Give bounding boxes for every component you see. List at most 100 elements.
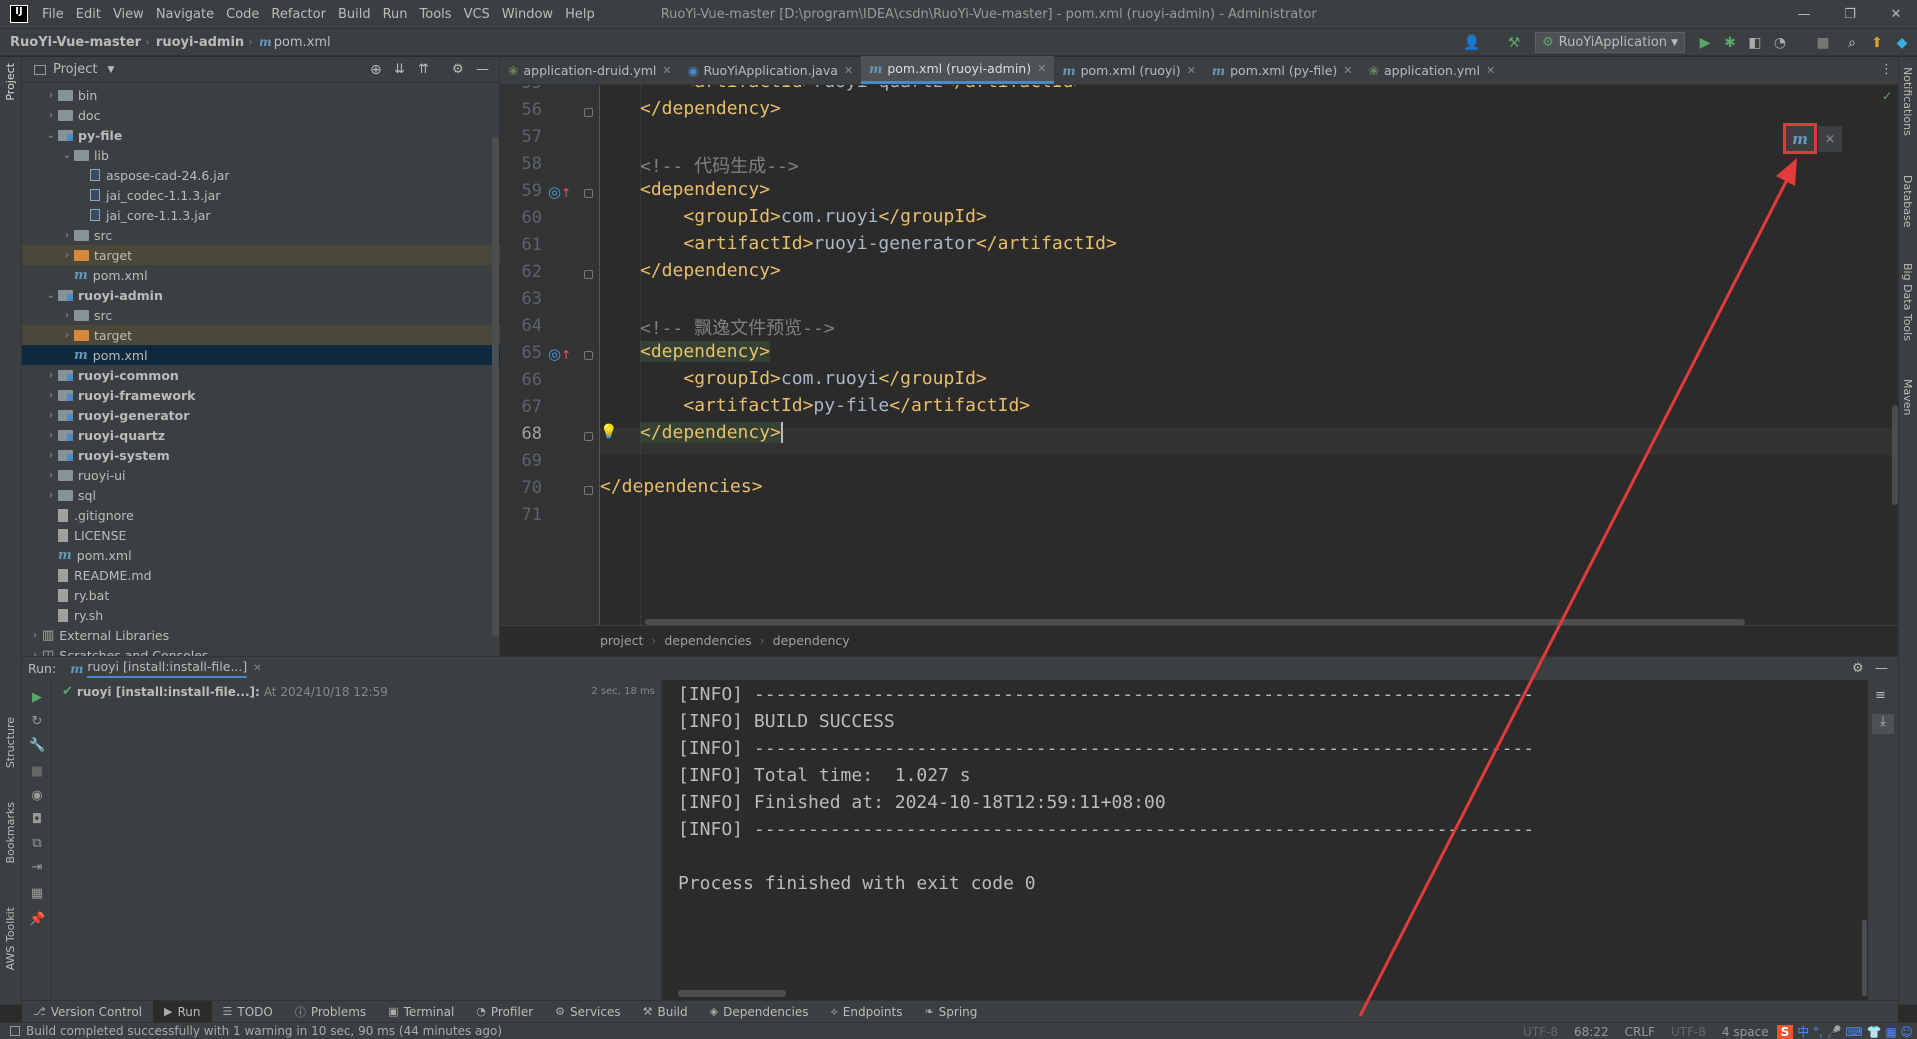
editor-tab[interactable]: ❀ application.yml ✕: [1361, 56, 1504, 84]
project-panel-title[interactable]: Project: [53, 62, 97, 77]
menu-code[interactable]: Code: [220, 7, 265, 22]
console-output[interactable]: [INFO] ---------------------------------…: [662, 680, 1868, 1000]
menu-run[interactable]: Run: [377, 7, 414, 22]
menu-navigate[interactable]: Navigate: [150, 7, 220, 22]
update-icon[interactable]: ⬆: [1868, 34, 1886, 52]
collapse-all-icon[interactable]: ⇈: [418, 62, 429, 77]
tree-item[interactable]: ⌄ ruoyi-admin: [22, 285, 500, 305]
console-hscrollbar[interactable]: [678, 990, 786, 997]
chevron-right-icon[interactable]: ›: [44, 450, 58, 461]
code-editor[interactable]: 55 56 57 58 59 60 61 62 63 64 65 66 67 68 69 70 71 ◎↑ ◎↑ <…: [500, 85, 1900, 625]
chevron-right-icon[interactable]: ›: [44, 470, 58, 481]
chevron-right-icon[interactable]: ›: [44, 490, 58, 501]
search-icon[interactable]: ⌕: [1843, 34, 1861, 52]
menu-file[interactable]: File: [36, 7, 70, 22]
stripe-structure[interactable]: Structure: [4, 717, 17, 768]
stripe-big-data-tools[interactable]: Big Data Tools: [1901, 263, 1914, 341]
stripe-database[interactable]: Database: [1901, 175, 1914, 228]
menu-help[interactable]: Help: [559, 7, 601, 22]
tree-item[interactable]: jai_codec-1.1.3.jar: [22, 185, 500, 205]
eye-icon[interactable]: ◉: [29, 788, 45, 804]
fold-marker-icon[interactable]: [584, 432, 593, 441]
debug-icon[interactable]: ✱: [1721, 34, 1739, 52]
maven-reload-button[interactable]: m: [1783, 123, 1817, 154]
tree-item[interactable]: README.md: [22, 565, 500, 585]
chevron-down-icon[interactable]: ⌄: [44, 130, 58, 141]
tree-item[interactable]: m pom.xml: [22, 265, 500, 285]
tree-item[interactable]: aspose-cad-24.6.jar: [22, 165, 500, 185]
editor-tab[interactable]: m pom.xml (ruoyi-admin) ✕: [861, 56, 1055, 84]
tree-item[interactable]: › ruoyi-common: [22, 365, 500, 385]
breadcrumb-dependency[interactable]: dependency: [773, 633, 850, 648]
inspection-ok-icon[interactable]: ✓: [1882, 89, 1892, 103]
fold-marker-icon[interactable]: [584, 189, 593, 198]
coverage-icon[interactable]: ◧: [1746, 34, 1764, 52]
tool-window-terminal[interactable]: ▣ Terminal: [377, 1005, 465, 1019]
maximize-icon[interactable]: ❐: [1827, 0, 1873, 28]
minimize-icon[interactable]: —: [1781, 0, 1827, 28]
code-line[interactable]: <!-- 代码生成-->: [640, 152, 799, 178]
overrides-marker-icon[interactable]: ◎↑: [548, 345, 571, 363]
code-line[interactable]: </dependency>: [640, 260, 781, 281]
fold-marker-icon[interactable]: [584, 270, 593, 279]
close-icon[interactable]: ✕: [1187, 64, 1196, 77]
tree-item[interactable]: m pom.xml: [22, 345, 500, 365]
tree-item[interactable]: › ▥ External Libraries: [22, 625, 500, 645]
tree-item[interactable]: › target: [22, 245, 500, 265]
tree-item[interactable]: › doc: [22, 105, 500, 125]
chevron-right-icon[interactable]: ›: [60, 250, 74, 261]
pin-icon[interactable]: 📌: [29, 912, 45, 928]
user-icon[interactable]: 👤: [1463, 34, 1481, 52]
stop-icon[interactable]: ■: [29, 764, 45, 780]
editor-tab[interactable]: ❀ application-druid.yml ✕: [500, 56, 680, 84]
profile-icon[interactable]: ◔: [1771, 34, 1789, 52]
close-icon[interactable]: ✕: [662, 64, 671, 77]
stripe-maven[interactable]: Maven: [1901, 379, 1914, 415]
chevron-right-icon[interactable]: ›: [44, 410, 58, 421]
status-panel-icon[interactable]: [10, 1026, 20, 1036]
close-icon[interactable]: ✕: [1818, 126, 1842, 152]
code-line[interactable]: </dependencies>: [600, 476, 763, 497]
ime-status-icon[interactable]: 中 °, 🎤 ⌨ 👕 ▦ ☺: [1797, 1023, 1913, 1039]
stripe-project[interactable]: Project: [4, 63, 17, 101]
console-vscrollbar[interactable]: [1862, 920, 1867, 996]
menu-edit[interactable]: Edit: [70, 7, 107, 22]
tool-window-profiler[interactable]: ◔ Profiler: [465, 1005, 544, 1019]
tree-item[interactable]: ⌄ lib: [22, 145, 500, 165]
code-line[interactable]: <groupId>com.ruoyi</groupId>: [640, 206, 986, 227]
stripe-bookmarks[interactable]: Bookmarks: [4, 802, 17, 863]
code-line[interactable]: </dependency>: [640, 98, 781, 119]
code-line[interactable]: <artifactId>py-file</artifactId>: [640, 395, 1030, 416]
code-line[interactable]: <artifactId>ruoyi-quartz</artifactId>: [640, 85, 1084, 92]
chevron-right-icon[interactable]: ›: [44, 110, 58, 121]
tree-item[interactable]: m pom.xml: [22, 545, 500, 565]
tree-item[interactable]: › ruoyi-system: [22, 445, 500, 465]
hide-panel-icon[interactable]: —: [476, 62, 489, 77]
run-configuration-select[interactable]: ⚙ RuoYiApplication ▼: [1535, 32, 1685, 53]
camera-icon[interactable]: ◘: [29, 812, 45, 828]
rerun-failed-icon[interactable]: ↻: [29, 714, 45, 730]
status-line-separator[interactable]: CRLF: [1625, 1025, 1655, 1039]
locate-icon[interactable]: ⊕: [370, 62, 382, 78]
status-position[interactable]: 68:22: [1574, 1025, 1609, 1039]
overrides-marker-icon[interactable]: ◎↑: [548, 183, 571, 201]
close-icon[interactable]: ✕: [253, 663, 261, 674]
thread-dump-icon[interactable]: ⧉: [29, 836, 45, 852]
run-tab[interactable]: ruoyi [install:install-file...]: [87, 659, 248, 678]
stop-icon[interactable]: ■: [1814, 34, 1832, 52]
expand-all-icon[interactable]: ⇊: [394, 62, 405, 77]
soft-wrap-icon[interactable]: ≡: [1875, 688, 1886, 703]
fold-marker-icon[interactable]: [584, 108, 593, 117]
tool-window-problems[interactable]: ⓘ Problems: [284, 1004, 377, 1020]
status-message[interactable]: Build completed successfully with 1 warn…: [26, 1024, 502, 1038]
tool-window-services[interactable]: ⚙ Services: [544, 1005, 631, 1019]
build-hammer-icon[interactable]: ⚒: [1505, 34, 1523, 52]
wrench-icon[interactable]: 🔧: [29, 738, 45, 754]
tree-item[interactable]: ry.bat: [22, 585, 500, 605]
editor-tab[interactable]: ◉ RuoYiApplication.java ✕: [680, 56, 862, 84]
code-line[interactable]: <!-- 飘逸文件预览-->: [640, 314, 835, 340]
hide-panel-icon[interactable]: —: [1875, 661, 1888, 676]
breadcrumb-dependencies[interactable]: dependencies: [664, 633, 751, 648]
close-icon[interactable]: ✕: [1037, 62, 1046, 75]
stripe-aws-toolkit[interactable]: AWS Toolkit: [4, 907, 17, 970]
